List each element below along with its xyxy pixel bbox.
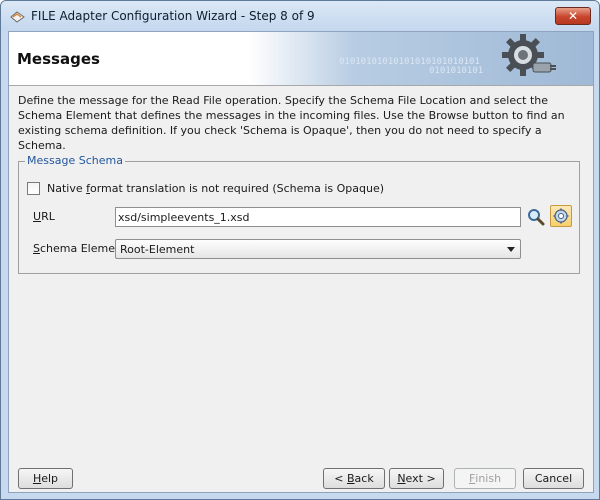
url-input[interactable]: xsd/simpleevents_1.xsd: [115, 207, 521, 227]
schema-element-select[interactable]: Root-Element: [115, 239, 521, 259]
schema-element-label: Schema Element: [33, 242, 126, 255]
banner-binary-text-2: 0101010101: [429, 66, 484, 76]
browse-schema-button[interactable]: [550, 205, 572, 227]
label-text: Native: [47, 182, 87, 195]
page-title: Messages: [17, 50, 100, 68]
back-button[interactable]: < Back: [323, 468, 385, 489]
label-mnemonic: S: [33, 242, 40, 255]
button-label: Cancel: [534, 472, 573, 485]
cancel-button[interactable]: Cancel: [523, 468, 584, 489]
help-button[interactable]: Help: [18, 468, 73, 489]
label-mnemonic: U: [33, 210, 42, 223]
step-banner: 01010101010101010101010101 0101010101 Me…: [9, 32, 593, 86]
button-label: <: [334, 472, 347, 485]
button-mnemonic: N: [397, 472, 406, 485]
search-icon[interactable]: [526, 207, 546, 227]
step-description: Define the message for the Read File ope…: [18, 94, 565, 152]
url-label: URL: [33, 210, 55, 223]
label-text: ormat translation is not required (Schem…: [90, 182, 385, 195]
label-text: chema Element: [39, 242, 127, 255]
schema-opaque-label[interactable]: Native format translation is not require…: [47, 182, 384, 195]
button-label: ack: [354, 472, 374, 485]
close-icon: ✕: [567, 9, 579, 23]
button-label: inish: [475, 472, 502, 485]
finish-button[interactable]: Finish: [454, 468, 516, 489]
browse-schema-icon: [553, 208, 569, 224]
message-schema-group: Message Schema Native format translation…: [18, 154, 580, 274]
schema-element-value: Root-Element: [120, 243, 195, 256]
chevron-down-icon: [507, 247, 515, 252]
button-mnemonic: B: [347, 472, 355, 485]
next-button[interactable]: Next >: [389, 468, 444, 489]
adapter-wizard-icon: [10, 11, 25, 23]
button-label: elp: [41, 472, 59, 485]
schema-opaque-checkbox[interactable]: [27, 182, 40, 195]
button-mnemonic: H: [32, 472, 42, 485]
group-legend: Message Schema: [25, 154, 125, 167]
window-title: FILE Adapter Configuration Wizard - Step…: [31, 9, 315, 23]
gear-plug-icon: [502, 34, 556, 76]
wizard-window: FILE Adapter Configuration Wizard - Step…: [0, 0, 600, 500]
close-button[interactable]: ✕: [555, 7, 591, 25]
wizard-body: 01010101010101010101010101 0101010101 Me…: [8, 31, 594, 493]
button-label: ext >: [405, 472, 436, 485]
label-text: RL: [41, 210, 55, 223]
title-bar[interactable]: FILE Adapter Configuration Wizard - Step…: [1, 1, 599, 31]
